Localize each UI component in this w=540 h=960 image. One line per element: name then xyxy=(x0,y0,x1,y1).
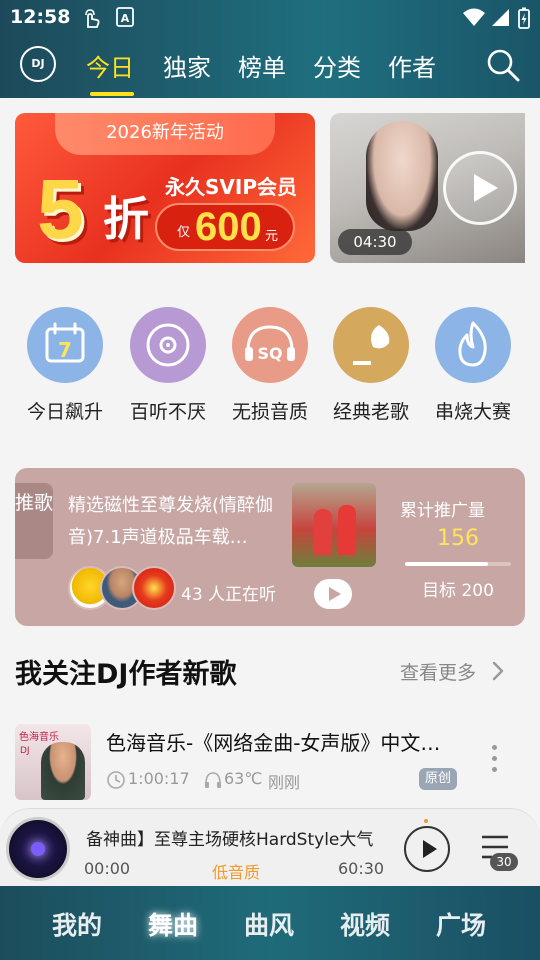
recommend-thumbnail xyxy=(292,483,376,567)
promo-discount-number: 5 xyxy=(37,162,84,256)
original-badge: 原创 xyxy=(419,768,457,790)
recommend-tag: 推歌 xyxy=(15,483,53,559)
album-disc-icon[interactable] xyxy=(6,817,70,881)
promo-price-unit: 元 xyxy=(265,229,279,244)
nav-plaza[interactable]: 广场 xyxy=(436,906,486,942)
promo-ribbon: 2026新年活动 xyxy=(55,113,275,155)
tab-categories[interactable]: 分类 xyxy=(313,48,361,83)
search-icon[interactable] xyxy=(486,48,520,82)
category-classics[interactable]: 经典老歌 xyxy=(321,307,421,424)
touch-icon xyxy=(85,9,100,28)
category-medley[interactable]: 串烧大赛 xyxy=(423,307,523,424)
video-banner[interactable]: 04:30 xyxy=(330,113,525,263)
chevron-right-icon[interactable] xyxy=(490,660,506,682)
category-label: 串烧大赛 xyxy=(434,401,511,423)
svg-text:SQ: SQ xyxy=(257,344,282,363)
song-cover[interactable]: 色海音乐 DJ xyxy=(15,724,91,800)
category-evergreen[interactable]: 百听不厌 xyxy=(118,307,218,424)
wifi-icon xyxy=(463,8,485,26)
queue-count-badge: 30 xyxy=(490,853,518,871)
nav-styles[interactable]: 曲风 xyxy=(244,906,294,942)
recommend-title: 精选磁性至尊发烧(情醉伽音)7.1声道极品车载… xyxy=(68,495,274,548)
nav-videos[interactable]: 视频 xyxy=(340,906,390,942)
top-tabs: DJ 今日 独家 榜单 分类 作者 xyxy=(0,40,540,98)
song-heat: 63℃ xyxy=(224,769,263,788)
elapsed-time: 00:00 xyxy=(84,859,131,878)
promo-discount-char: 折 xyxy=(103,192,149,246)
tab-exclusive[interactable]: 独家 xyxy=(163,48,211,83)
more-options-icon[interactable] xyxy=(488,745,500,779)
video-duration: 04:30 xyxy=(338,229,412,255)
video-thumbnail-person xyxy=(366,121,438,231)
app-notification-icon: A xyxy=(116,7,134,27)
category-label: 无损音质 xyxy=(231,401,308,423)
see-more-link[interactable]: 查看更多 xyxy=(400,658,476,685)
promotion-stat-label: 累计推广量 xyxy=(400,501,485,521)
avatar xyxy=(132,566,176,610)
cover-person xyxy=(41,742,85,800)
calendar-icon: 7 xyxy=(27,307,103,383)
gramophone-icon xyxy=(333,307,409,383)
battery-icon xyxy=(518,7,530,29)
bottom-nav: 我的 舞曲 曲风 视频 广场 xyxy=(0,886,540,960)
promo-price-box: 仅 600 元 xyxy=(155,203,295,251)
category-label: 经典老歌 xyxy=(332,401,409,423)
promo-price: 600 xyxy=(195,205,262,249)
quality-toggle[interactable]: 低音质 xyxy=(212,859,260,883)
status-bar: 12:58 A xyxy=(0,0,540,36)
play-button[interactable] xyxy=(404,826,450,872)
song-title[interactable]: 色海音乐-《网络金曲-女声版》中文… xyxy=(106,727,456,756)
thumbnail-figure xyxy=(338,505,356,555)
song-duration: 1:00:17 xyxy=(128,769,190,788)
sq-headphones-icon: SQ xyxy=(232,307,308,383)
nav-mine[interactable]: 我的 xyxy=(52,906,102,942)
status-time: 12:58 xyxy=(10,6,71,28)
headphones-icon xyxy=(205,772,221,788)
tab-charts[interactable]: 榜单 xyxy=(238,48,286,83)
signal-icon xyxy=(492,9,509,26)
nav-dance-music[interactable]: 舞曲 xyxy=(148,906,198,942)
promo-title: 永久SVIP会员 xyxy=(165,175,297,199)
category-label: 百听不厌 xyxy=(129,401,206,423)
play-icon[interactable] xyxy=(314,579,352,609)
category-label: 今日飙升 xyxy=(26,401,103,423)
mini-player[interactable]: 备神曲】至尊主场硬核HardStyle大气 00:00 低音质 60:30 30 xyxy=(0,808,540,888)
active-tab-indicator xyxy=(90,92,134,96)
promotion-goal: 目标 200 xyxy=(422,581,494,601)
cover-side-text: DJ xyxy=(20,746,30,756)
promotion-progress-fill xyxy=(405,562,488,566)
listening-count: 43 人正在听 xyxy=(181,585,277,605)
now-playing-title: 备神曲】至尊主场硬核HardStyle大气 xyxy=(86,830,374,850)
cover-title: 色海音乐 xyxy=(19,732,59,743)
category-lossless[interactable]: SQ 无损音质 xyxy=(220,307,320,424)
promotion-progress-bar xyxy=(405,562,511,566)
flame-icon xyxy=(435,307,511,383)
thumbnail-figure xyxy=(314,509,332,555)
promotion-stat-value: 156 xyxy=(437,526,479,551)
tab-today[interactable]: 今日 xyxy=(86,48,134,83)
total-time: 60:30 xyxy=(338,859,385,878)
promo-banner[interactable]: 2026新年活动 5 折 永久SVIP会员 仅 600 元 xyxy=(15,113,315,263)
disc-icon xyxy=(130,307,206,383)
top-header: 12:58 A DJ 今日 独家 榜单 分类 作者 xyxy=(0,0,540,98)
dj-logo-icon[interactable]: DJ xyxy=(20,46,56,82)
recommend-card[interactable]: 推歌 精选磁性至尊发烧(情醉伽音)7.1声道极品车载… 43 人正在听 累计推广… xyxy=(15,468,525,626)
listener-avatars xyxy=(68,566,178,612)
category-today-rising[interactable]: 7 今日飙升 xyxy=(15,307,115,424)
tab-authors[interactable]: 作者 xyxy=(388,48,436,83)
play-icon[interactable] xyxy=(443,151,517,225)
promo-price-prefix: 仅 xyxy=(177,225,191,240)
clock-icon xyxy=(107,771,125,789)
progress-dot xyxy=(424,819,428,823)
section-title: 我关注DJ作者新歌 xyxy=(15,659,237,690)
song-time-ago: 刚刚 xyxy=(268,773,301,792)
svg-text:7: 7 xyxy=(58,338,72,362)
svg-text:A: A xyxy=(121,12,130,25)
